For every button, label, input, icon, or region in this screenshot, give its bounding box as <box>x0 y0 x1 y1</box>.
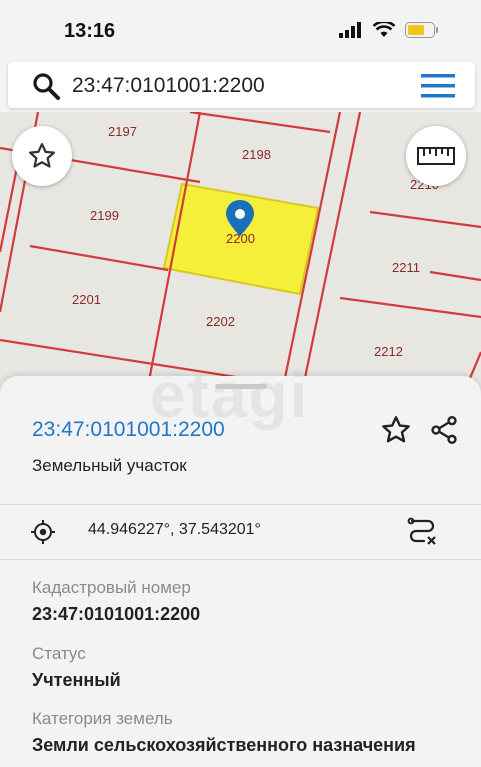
status-time: 13:16 <box>64 20 116 42</box>
share-icon[interactable] <box>428 414 460 446</box>
wifi-icon <box>373 22 395 37</box>
plot-info-sheet[interactable]: etagi 23:47:0101001:2200 Земельный участ… <box>0 359 481 767</box>
plot-label-2202: 2202 <box>206 314 235 329</box>
route-icon[interactable] <box>406 515 438 547</box>
search-icon[interactable] <box>32 72 60 100</box>
menu-icon[interactable] <box>421 74 455 98</box>
divider <box>0 559 481 560</box>
plot-label-2211: 2211 <box>392 260 420 275</box>
coordinates-row[interactable]: 44.946227°, 37.543201° <box>0 505 481 559</box>
cadastral-number-label: Кадастровый номер <box>32 578 191 597</box>
plot-label-2198: 2198 <box>242 147 271 162</box>
plot-label-2199: 2199 <box>90 208 119 223</box>
search-bar[interactable]: 23:47:0101001:2200 <box>8 62 475 108</box>
plot-label-2197: 2197 <box>108 124 137 139</box>
search-input[interactable]: 23:47:0101001:2200 <box>72 74 265 98</box>
battery-icon <box>405 22 438 38</box>
plot-title[interactable]: 23:47:0101001:2200 <box>32 418 225 442</box>
coordinates-text[interactable]: 44.946227°, 37.543201° <box>88 521 261 539</box>
favorite-map-button[interactable] <box>12 126 72 186</box>
land-category-label: Категория земель <box>32 709 173 728</box>
favorite-star-icon[interactable] <box>380 414 412 446</box>
cadastral-number-value: 23:47:0101001:2200 <box>32 604 201 624</box>
status-label: Статус <box>32 644 86 663</box>
plot-label-2201: 2201 <box>72 292 101 307</box>
status-bar: 13:16 <box>0 0 481 62</box>
target-icon <box>31 520 55 544</box>
plot-label-2212: 2212 <box>374 344 403 359</box>
status-icons <box>339 22 439 38</box>
status-value: Учтенный <box>32 670 121 690</box>
land-category-value: Земли сельскохозяйственного назначения <box>32 735 416 755</box>
star-icon <box>29 143 55 168</box>
ruler-icon <box>417 147 455 165</box>
plot-type: Земельный участок <box>32 456 187 475</box>
signal-icon <box>339 22 361 38</box>
ruler-button[interactable] <box>406 126 466 186</box>
